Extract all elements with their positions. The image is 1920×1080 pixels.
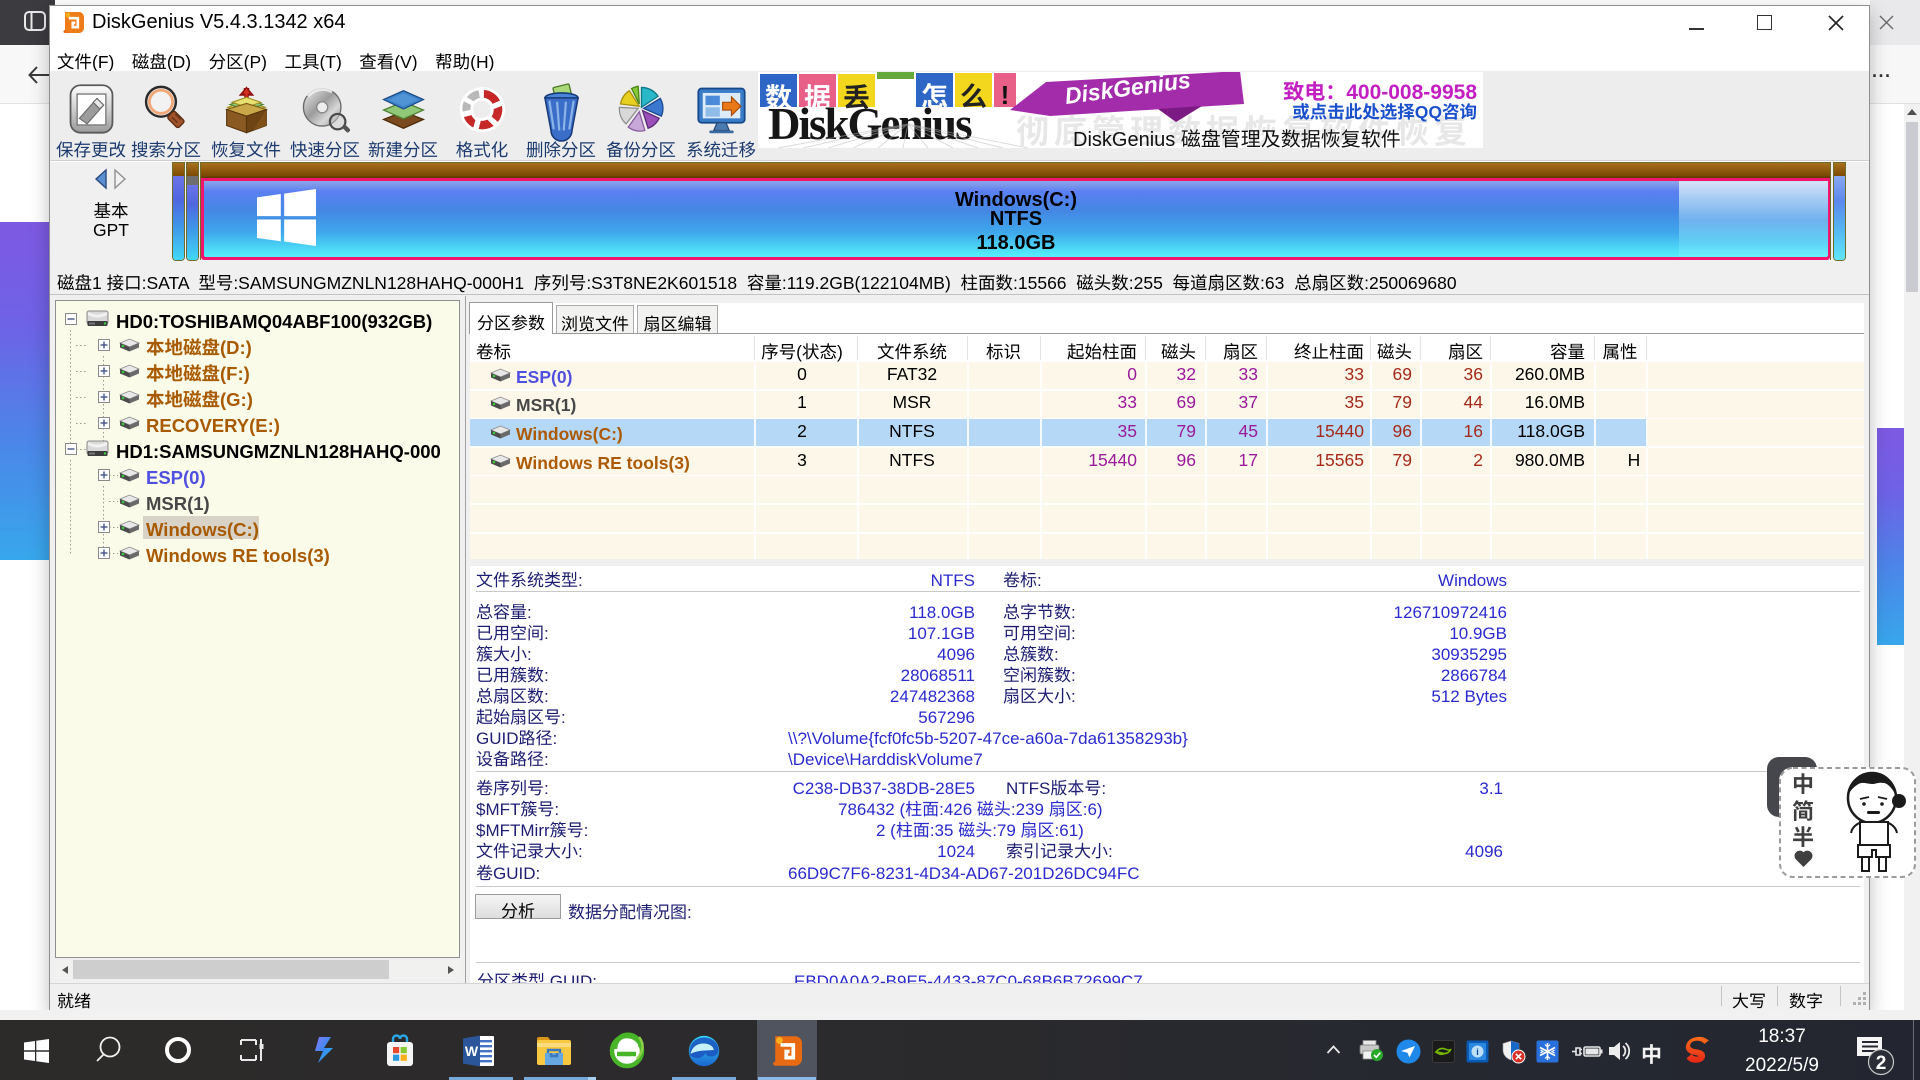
svg-text:W: W (465, 1043, 479, 1059)
svg-text:2: 2 (1876, 1053, 1887, 1074)
svg-text:i: i (1476, 1047, 1479, 1057)
